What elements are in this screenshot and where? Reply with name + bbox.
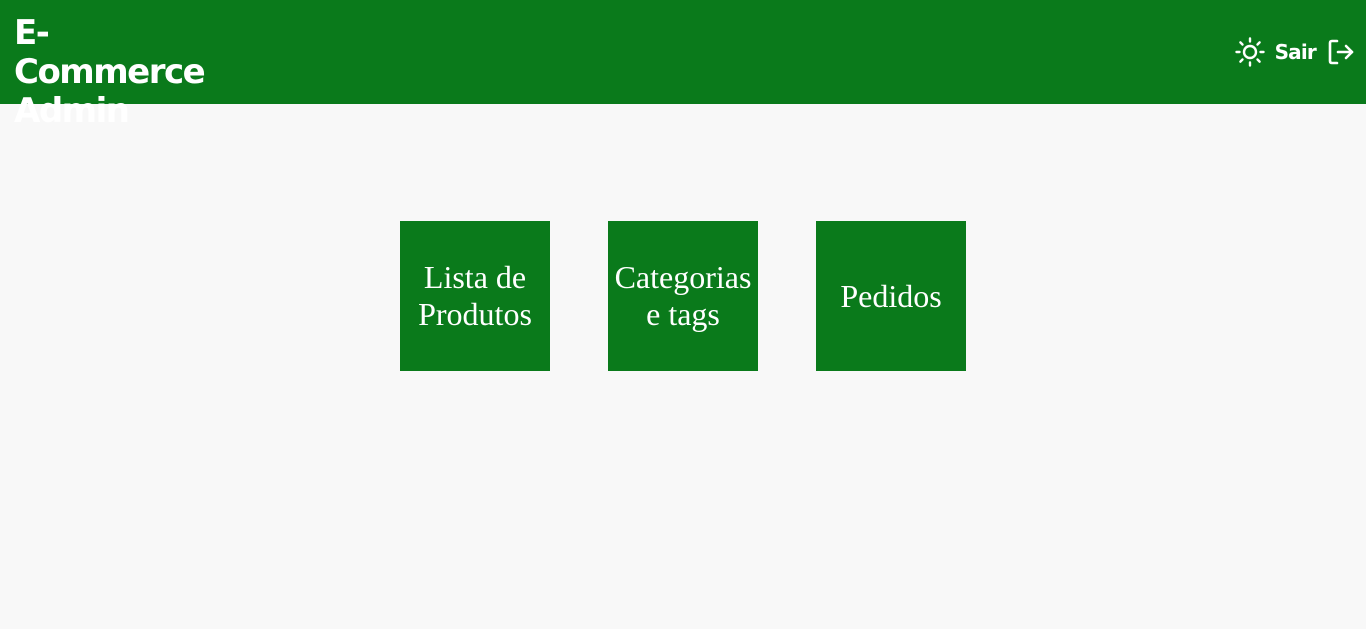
theme-toggle-button[interactable] [1234, 36, 1266, 68]
logout-icon [1328, 39, 1354, 65]
tile-categories-tags[interactable]: Categorias e tags [608, 221, 758, 371]
logout-link[interactable]: Sair [1275, 40, 1317, 64]
tile-orders[interactable]: Pedidos [816, 221, 966, 371]
tile-product-list[interactable]: Lista de Produtos [400, 221, 550, 371]
top-bar: E-Commerce Admin Sair [0, 0, 1366, 131]
sun-icon [1234, 37, 1265, 67]
logout-button[interactable] [1326, 36, 1356, 68]
dashboard-tiles: Lista de Produtos Categorias e tags Pedi… [400, 221, 966, 371]
header-actions: Sair [1234, 36, 1356, 68]
app-title: E-Commerce Admin [14, 13, 206, 131]
